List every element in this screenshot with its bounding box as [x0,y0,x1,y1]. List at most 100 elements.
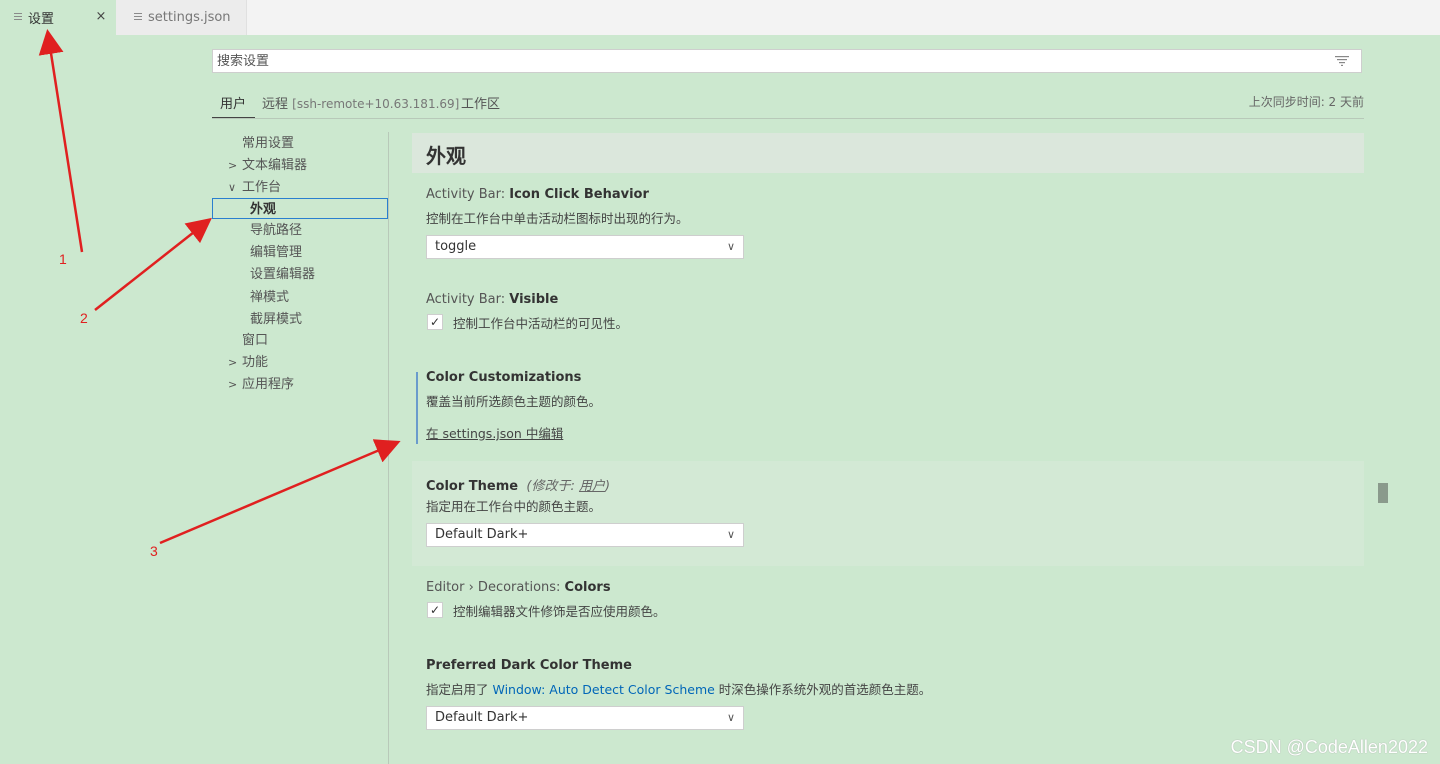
toc-item-zen-mode[interactable]: 禅模式 [250,287,289,308]
modified-indicator [416,372,418,444]
toc-divider [388,132,389,764]
setting-category: Editor › Decorations: [426,580,565,595]
decorations-colors-checkbox[interactable]: ✓ [427,602,443,618]
annotation-label-3: 3 [150,543,158,559]
color-theme-select[interactable]: Default Dark+ ∨ [426,523,744,547]
toc-item-label: 设置编辑器 [250,267,316,282]
select-value: Default Dark+ [435,527,529,542]
scrollbar-thumb[interactable] [1378,483,1388,503]
setting-name: Visible [509,292,559,307]
toc-item-label: 导航路径 [250,223,303,238]
search-settings-box[interactable] [212,49,1362,73]
toc-item-features[interactable]: > 功能 [228,352,269,373]
setting-color-customizations: Color Customizations 覆盖当前所选颜色主题的颜色。 [426,370,1326,409]
tab-remote-label: 远程 [262,97,289,112]
setting-category: Activity Bar: [426,187,510,202]
chevron-right-icon: > [228,159,238,172]
file-icon [14,13,22,22]
settings-scope-tabs: 用户 远程 [ssh-remote+10.63.181.69] 工作区 上次同步… [212,88,1364,119]
tab-settings-label: 设置 [28,12,55,27]
tab-workspace[interactable]: 工作区 [461,93,500,112]
toc-item-label: 编辑管理 [250,245,303,260]
setting-icon-click-behavior: Activity Bar: Icon Click Behavior 控制在工作台… [426,187,1326,226]
modified-scope-link[interactable]: 用户 [579,479,605,494]
chevron-down-icon: ∨ [228,181,237,194]
auto-detect-color-scheme-link[interactable]: Window: Auto Detect Color Scheme [492,682,714,697]
setting-decorations-colors: Editor › Decorations: Colors [426,580,1326,598]
toc-item-label: 工作台 [242,180,282,195]
toc-item-text-editor[interactable]: > 文本编辑器 [228,155,308,176]
setting-name: Preferred Dark Color Theme [426,658,632,673]
toc-item-editor-management[interactable]: 编辑管理 [250,242,302,263]
modified-prefix: (修改于: [526,479,579,494]
annotation-arrow-1 [38,29,84,253]
toc-item-workbench[interactable]: ∨ 工作台 [228,177,282,198]
setting-title: Activity Bar: Icon Click Behavior [426,187,1326,205]
toc-item-window[interactable]: 窗口 [242,330,268,351]
setting-title: Preferred Dark Color Theme [426,658,1326,676]
section-title: 外观 [426,144,466,168]
tab-settings-json[interactable]: settings.json [116,0,247,35]
search-input[interactable] [213,50,1321,73]
setting-activity-bar-visible: Activity Bar: Visible [426,292,1326,310]
modified-suffix: ) [605,479,611,494]
close-icon[interactable]: × [94,10,108,24]
annotation-arrow-2 [94,217,212,311]
desc-prefix: 指定启用了 [426,682,493,697]
active-tab-underline [212,117,255,118]
toc-item-application[interactable]: > 应用程序 [228,374,295,395]
last-sync-time: 上次同步时间: 2 天前 [1248,95,1364,109]
setting-description: 控制在工作台中单击活动栏图标时出现的行为。 [426,211,689,226]
activity-bar-visible-checkbox[interactable]: ✓ [427,314,443,330]
setting-description: 控制工作台中活动栏的可见性。 [453,316,629,331]
chevron-down-icon: ∨ [726,528,735,541]
desc-suffix: 时深色操作系统外观的首选颜色主题。 [714,682,932,697]
toc-item-screencast-mode[interactable]: 截屏模式 [250,309,302,330]
toc-item-label: 应用程序 [242,377,295,392]
toc-item-breadcrumbs[interactable]: 导航路径 [250,220,302,241]
setting-name: Icon Click Behavior [509,187,649,202]
setting-title: Color Customizations [426,370,1326,388]
setting-color-theme: Color Theme (修改于: 用户) 指定用在工作台中的颜色主题。 [426,475,1326,514]
toc-item-label: 禅模式 [250,290,290,305]
editor-tab-bar: 设置 × settings.json [0,0,1440,35]
setting-preferred-dark-theme: Preferred Dark Color Theme 指定启用了 Window:… [426,658,1326,697]
icon-click-behavior-select[interactable]: toggle ∨ [426,235,744,259]
edit-in-settings-json-link[interactable]: 在 settings.json 中编辑 [426,426,563,441]
setting-description: 指定用在工作台中的颜色主题。 [426,499,602,514]
select-value: toggle [435,239,477,254]
modified-in-label: (修改于: 用户) [522,479,610,494]
setting-title: Color Theme (修改于: 用户) [426,475,1326,494]
toc-item-label: 功能 [242,355,269,370]
tab-settings-json-label: settings.json [148,10,231,25]
setting-title: Editor › Decorations: Colors [426,580,1326,598]
preferred-dark-theme-select[interactable]: Default Dark+ ∨ [426,706,744,730]
setting-category: Activity Bar: [426,292,510,307]
tab-settings[interactable]: 设置 × [0,0,116,35]
chevron-right-icon: > [228,378,238,391]
annotation-label-2: 2 [80,310,88,326]
tab-remote-host: [ssh-remote+10.63.181.69] [292,97,460,111]
tab-remote[interactable]: 远程 [ssh-remote+10.63.181.69] [262,93,459,112]
setting-name: Color Customizations [426,370,582,385]
toc-item-label: 常用设置 [242,136,295,151]
edit-in-settings-json-link-wrap: 在 settings.json 中编辑 [426,423,563,442]
setting-name: Colors [564,580,611,595]
toc-item-label: 截屏模式 [250,312,303,327]
setting-description: 控制编辑器文件修饰是否应使用颜色。 [453,604,666,619]
select-value: Default Dark+ [435,710,529,725]
annotation-arrow-3 [159,439,401,545]
toc-item-settings-editor[interactable]: 设置编辑器 [250,264,315,285]
watermark: CSDN @CodeAllen2022 [1230,737,1428,757]
toc-item-appearance[interactable]: 外观 [212,198,388,219]
toc-item-label: 外观 [250,202,277,217]
chevron-down-icon: ∨ [726,240,735,253]
toc-item-label: 文本编辑器 [242,158,308,173]
tab-user[interactable]: 用户 [220,93,246,112]
toc-item-common[interactable]: 常用设置 [242,133,294,154]
setting-description: 指定启用了 Window: Auto Detect Color Scheme 时… [426,679,1326,697]
setting-description: 覆盖当前所选颜色主题的颜色。 [426,394,602,409]
file-icon [134,13,142,22]
filter-icon[interactable] [1335,56,1349,66]
annotation-label-1: 1 [59,251,67,267]
